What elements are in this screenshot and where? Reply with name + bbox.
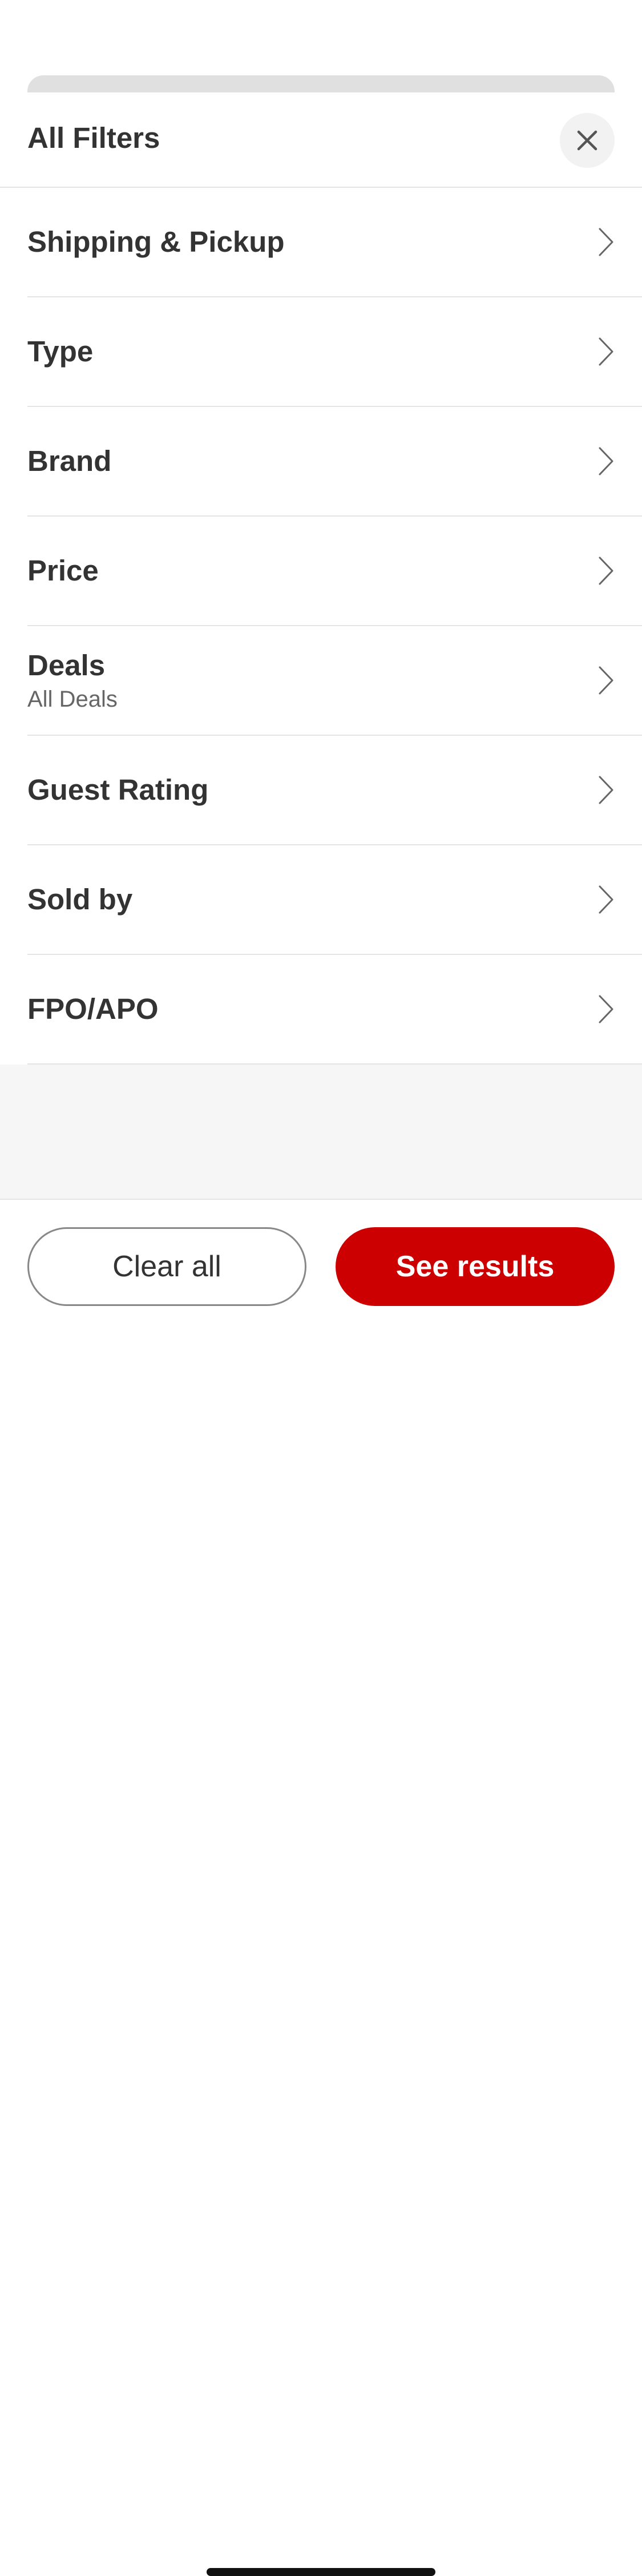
filter-list: Shipping & Pickup Type Brand Price Deals…	[0, 188, 642, 1065]
home-indicator[interactable]	[207, 2568, 435, 2576]
chevron-right-icon	[599, 776, 613, 804]
close-button[interactable]	[560, 113, 615, 168]
filter-label: Guest Rating	[27, 773, 209, 806]
filter-item-price[interactable]: Price	[27, 517, 642, 626]
filter-label: Price	[27, 554, 99, 587]
clear-all-button[interactable]: Clear all	[27, 1227, 306, 1306]
filters-header: All Filters	[0, 92, 642, 188]
filter-item-type[interactable]: Type	[27, 297, 642, 407]
chevron-right-icon	[599, 557, 613, 585]
filter-label: Brand	[27, 444, 112, 477]
filter-label: FPO/APO	[27, 992, 159, 1025]
chevron-right-icon	[599, 666, 613, 695]
filters-footer: Clear all See results	[0, 1199, 642, 2576]
page-title: All Filters	[27, 122, 160, 154]
empty-background	[0, 1065, 642, 1199]
filter-item-guest-rating[interactable]: Guest Rating	[27, 736, 642, 845]
filter-item-brand[interactable]: Brand	[27, 407, 642, 517]
filter-item-shipping-pickup[interactable]: Shipping & Pickup	[27, 188, 642, 297]
filter-item-fpo-apo[interactable]: FPO/APO	[27, 955, 642, 1065]
chevron-right-icon	[599, 995, 613, 1023]
filter-selected-value: All Deals	[27, 687, 118, 712]
close-icon	[577, 130, 597, 151]
filter-label: Deals	[27, 648, 106, 682]
sheet-grabber[interactable]	[27, 75, 615, 92]
filter-item-sold-by[interactable]: Sold by	[27, 845, 642, 955]
chevron-right-icon	[599, 885, 613, 914]
chevron-right-icon	[599, 337, 613, 366]
filter-label: Sold by	[27, 882, 133, 916]
chevron-right-icon	[599, 228, 613, 256]
filter-label: Shipping & Pickup	[27, 225, 285, 258]
chevron-right-icon	[599, 447, 613, 475]
filter-item-deals[interactable]: Deals All Deals	[27, 626, 642, 736]
see-results-button[interactable]: See results	[336, 1227, 615, 1306]
filter-label: Type	[27, 334, 94, 368]
